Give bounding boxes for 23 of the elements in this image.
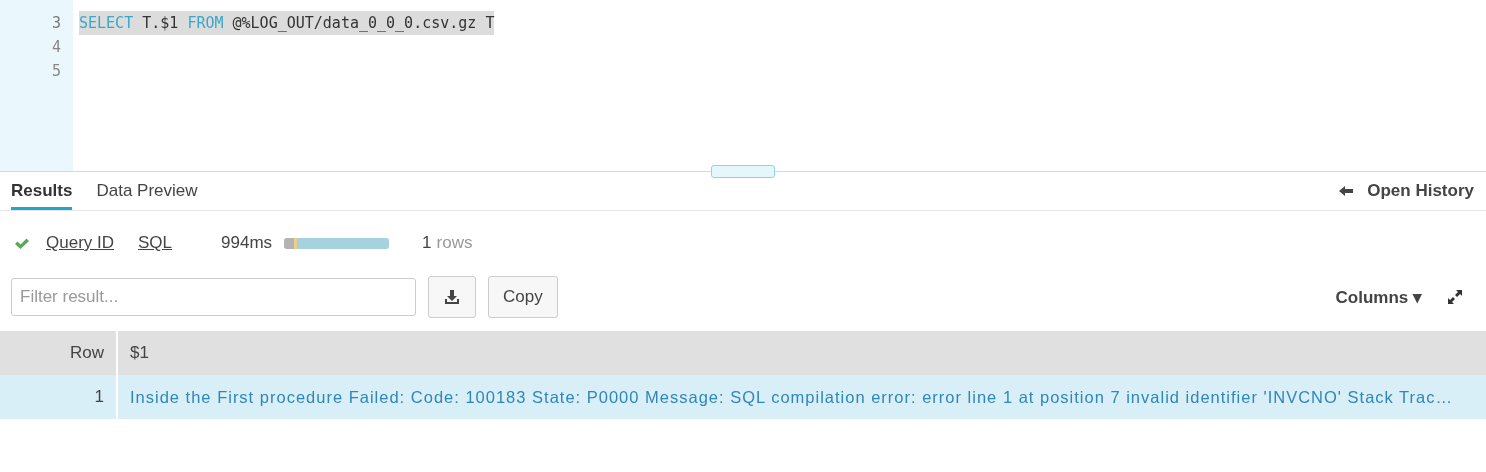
filter-field[interactable]: Filter result... (11, 278, 416, 316)
line-number: 4 (50, 37, 62, 58)
row-count-label: rows (436, 233, 473, 253)
download-button[interactable] (428, 276, 476, 318)
resize-handle[interactable] (711, 165, 775, 178)
duration-text: 994ms (221, 233, 273, 253)
table-row[interactable]: 1 Inside the First procedure Failed: Code: 100183 State: P0000 Message: SQL compilation error: error line 1 at position 7 invalid identifier 'INVCNO' Stack Trac… (0, 375, 1486, 419)
link[interactable]: Query ID (46, 233, 115, 253)
line-number: 5 (50, 61, 62, 82)
column-header[interactable]: $1 (118, 331, 161, 375)
columns-dropdown[interactable]: Columns ▾ (1335, 286, 1422, 308)
expand-icon[interactable] (1448, 290, 1462, 304)
table-cell-text: Inside the First procedure Failed: Code: 100183 State: P0000 Message: SQL compilation error: error line 1 at position 7 invalid identifier 'INVCNO' Stack Trac… (129, 386, 1454, 408)
link[interactable]: SQL (138, 233, 173, 253)
line-number: 3 (50, 13, 62, 34)
open-history-button[interactable]: Open History (1339, 172, 1474, 210)
arrow-left-icon (1339, 186, 1354, 196)
download-icon (444, 289, 460, 305)
tab[interactable]: Results (11, 172, 73, 210)
table-cell: 1 (0, 375, 118, 419)
row-count: 1 (422, 233, 432, 253)
tab[interactable]: Data Preview (96, 172, 198, 210)
copy-button[interactable]: Copy (488, 276, 558, 318)
